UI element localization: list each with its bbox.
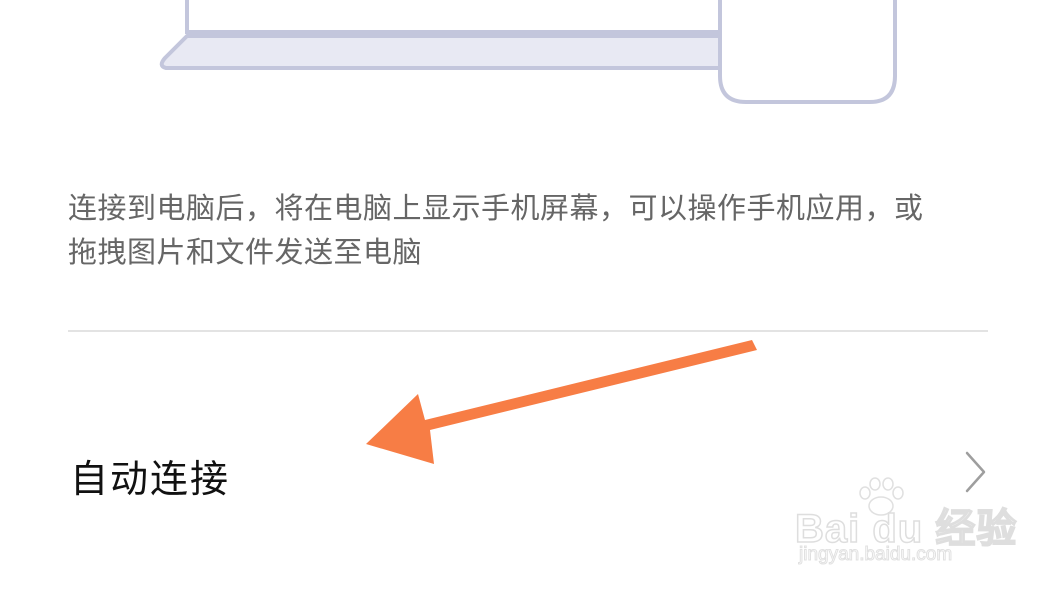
- watermark-url: jingyan.baidu.com: [798, 544, 953, 566]
- description-line-1: 连接到电脑后，将在电脑上显示手机屏幕，可以操作手机应用，或: [68, 191, 924, 225]
- laptop-base: [159, 34, 724, 70]
- laptop-phone-illustration: [159, 0, 897, 104]
- phone-outline: [718, 0, 897, 104]
- description-line-2: 拖拽图片和文件发送至电脑: [68, 235, 423, 269]
- auto-connect-label: 自动连接: [70, 457, 231, 501]
- laptop-screen-outline: [185, 0, 722, 34]
- divider: [68, 330, 988, 332]
- baidu-watermark: Bai du 经验 jingyan.baidu.com: [794, 477, 1017, 578]
- connection-description: 连接到电脑后，将在电脑上显示手机屏幕，可以操作手机应用，或 拖拽图片和文件发送至…: [68, 186, 988, 274]
